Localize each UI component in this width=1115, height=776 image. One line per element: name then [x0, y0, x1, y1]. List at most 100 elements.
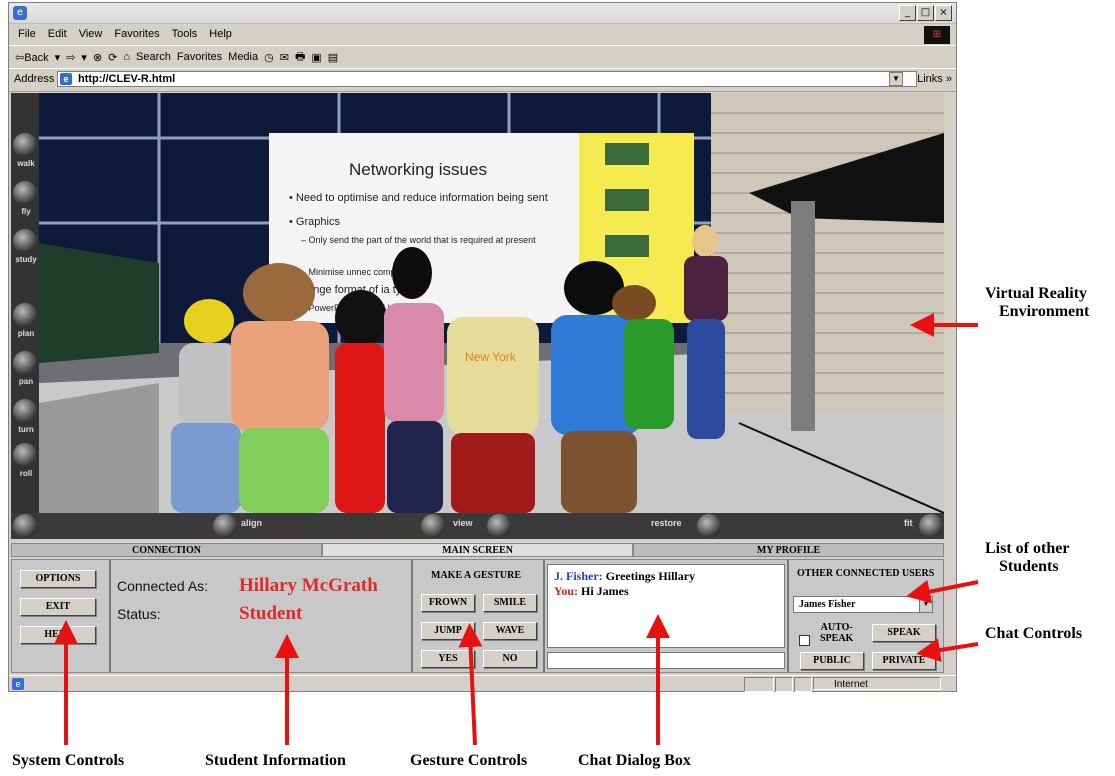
no-button[interactable]: NO: [483, 650, 537, 668]
dropdown-arrow-icon[interactable]: ▼: [919, 597, 932, 612]
forward-button[interactable]: ⇨: [66, 51, 75, 64]
align-icon[interactable]: [213, 514, 237, 538]
edit-icon[interactable]: ▣: [311, 51, 321, 64]
auto-speak-label: AUTO- SPEAK: [820, 622, 854, 644]
options-button[interactable]: OPTIONS: [20, 570, 96, 588]
status-label: Status:: [117, 606, 161, 622]
gesture-controls-annotation: Gesture Controls: [410, 752, 528, 769]
tab-connection[interactable]: CONNECTION: [11, 543, 322, 557]
mail-icon[interactable]: ✉: [280, 51, 289, 64]
address-label: Address: [14, 73, 55, 85]
private-button[interactable]: PRIVATE: [872, 652, 936, 670]
auto-speak-checkbox[interactable]: [799, 635, 810, 646]
student-information: Connected As: Status: Hillary McGrath St…: [111, 560, 413, 672]
connected-as-label: Connected As:: [117, 578, 209, 594]
back-button[interactable]: ⇦Back: [15, 51, 49, 64]
discuss-icon[interactable]: ▤: [328, 51, 338, 64]
slide-sub-1: – Only send the part of the world that i…: [301, 235, 536, 245]
main-tabs: CONNECTION MAIN SCREEN MY PROFILE: [11, 543, 944, 557]
align-label: align: [241, 518, 263, 528]
help-button[interactable]: HELP: [20, 626, 96, 644]
maximize-button[interactable]: □: [917, 5, 934, 21]
back-dropdown-icon[interactable]: ▾: [55, 51, 61, 64]
address-value: http://CLEV-R.html: [78, 73, 176, 85]
tab-my-profile[interactable]: MY PROFILE: [633, 543, 944, 557]
green-block-3: [605, 235, 649, 257]
menu-file[interactable]: File: [18, 28, 36, 40]
green-block-1: [605, 143, 649, 165]
status-cell: [775, 677, 793, 692]
green-block-2: [605, 189, 649, 211]
users-select[interactable]: James Fisher ▼: [793, 596, 933, 613]
history-icon[interactable]: ◷: [264, 51, 274, 64]
plan-label: plan: [17, 329, 35, 338]
minimize-button[interactable]: _: [899, 5, 916, 21]
page-status-icon: e: [12, 678, 24, 690]
menu-edit[interactable]: Edit: [48, 28, 67, 40]
chat-dialog-annotation: Chat Dialog Box: [578, 752, 691, 769]
roll-icon[interactable]: [13, 443, 37, 467]
avatar-new-york[interactable]: New York: [447, 317, 539, 513]
address-input[interactable]: e http://CLEV-R.html: [57, 71, 917, 87]
pillar: [791, 201, 815, 431]
tab-main-screen[interactable]: MAIN SCREEN: [322, 543, 633, 557]
status-bar: e Internet: [9, 675, 956, 692]
address-bar: Address e http://CLEV-R.html ▼ Links »: [9, 68, 956, 92]
menu-view[interactable]: View: [79, 28, 103, 40]
study-icon[interactable]: [13, 229, 37, 253]
menu-favorites[interactable]: Favorites: [114, 28, 159, 40]
page-icon: e: [60, 73, 72, 85]
plan-icon[interactable]: [13, 303, 37, 327]
pan-icon[interactable]: [13, 351, 37, 375]
avatar-black-hair-red[interactable]: [335, 290, 387, 513]
favorites-button[interactable]: Favorites: [177, 51, 222, 63]
address-dropdown-icon[interactable]: ▼: [889, 72, 903, 86]
vr-viewport[interactable]: walk fly study plan pan turn roll Networ…: [11, 93, 944, 539]
turn-icon[interactable]: [13, 399, 37, 423]
roll-label: roll: [19, 469, 33, 478]
menu-help[interactable]: Help: [209, 28, 232, 40]
stop-button[interactable]: ⊗: [93, 51, 102, 64]
view-prev-icon[interactable]: [421, 514, 445, 538]
smile-button[interactable]: SMILE: [483, 594, 537, 612]
vr-side-nav: walk fly study plan pan turn roll: [11, 93, 39, 539]
restore-icon[interactable]: [697, 514, 721, 538]
frown-button[interactable]: FROWN: [421, 594, 475, 612]
target-icon[interactable]: [13, 514, 37, 538]
menu-tools[interactable]: Tools: [172, 28, 198, 40]
green-fence: [39, 243, 159, 363]
print-icon[interactable]: 🖶: [295, 48, 305, 67]
media-button[interactable]: Media: [228, 51, 258, 63]
walk-icon[interactable]: [13, 133, 37, 157]
yes-button[interactable]: YES: [421, 650, 475, 668]
refresh-button[interactable]: ⟳: [108, 51, 117, 64]
close-button[interactable]: ×: [935, 5, 952, 21]
vr-scene[interactable]: Networking issues • Need to optimise and…: [39, 93, 944, 513]
study-label: study: [15, 255, 37, 264]
fly-icon[interactable]: [13, 181, 37, 205]
speak-button[interactable]: SPEAK: [872, 624, 936, 642]
fit-label: fit: [904, 518, 913, 528]
turn-label: turn: [18, 425, 34, 434]
pan-label: pan: [18, 377, 34, 386]
system-controls-annotation: System Controls: [12, 752, 125, 769]
home-button[interactable]: ⌂: [123, 51, 130, 63]
avatar-standing-woman[interactable]: [684, 225, 728, 439]
public-button[interactable]: PUBLIC: [800, 652, 864, 670]
fit-icon[interactable]: [919, 514, 943, 538]
search-button[interactable]: Search: [136, 51, 171, 63]
floor-shadow: [39, 383, 159, 513]
jump-button[interactable]: JUMP: [421, 622, 475, 640]
exit-button[interactable]: EXIT: [20, 598, 96, 616]
wave-button[interactable]: WAVE: [483, 622, 537, 640]
chat-controls-annotation: Chat Controls: [985, 625, 1083, 642]
view-next-icon[interactable]: [487, 514, 511, 538]
chat-input[interactable]: [547, 652, 785, 669]
browser-window: e _ □ × File Edit View Favorites Tools H…: [8, 2, 957, 692]
chat-dialog-box[interactable]: J. Fisher: Greetings Hillary You: Hi Jam…: [547, 564, 785, 648]
student-status: Student: [239, 603, 303, 624]
links-button[interactable]: Links »: [917, 73, 952, 85]
ie-logo-icon: e: [13, 6, 27, 20]
chat-message: J. Fisher: Greetings Hillary: [554, 569, 778, 584]
forward-dropdown-icon[interactable]: ▾: [81, 51, 87, 64]
